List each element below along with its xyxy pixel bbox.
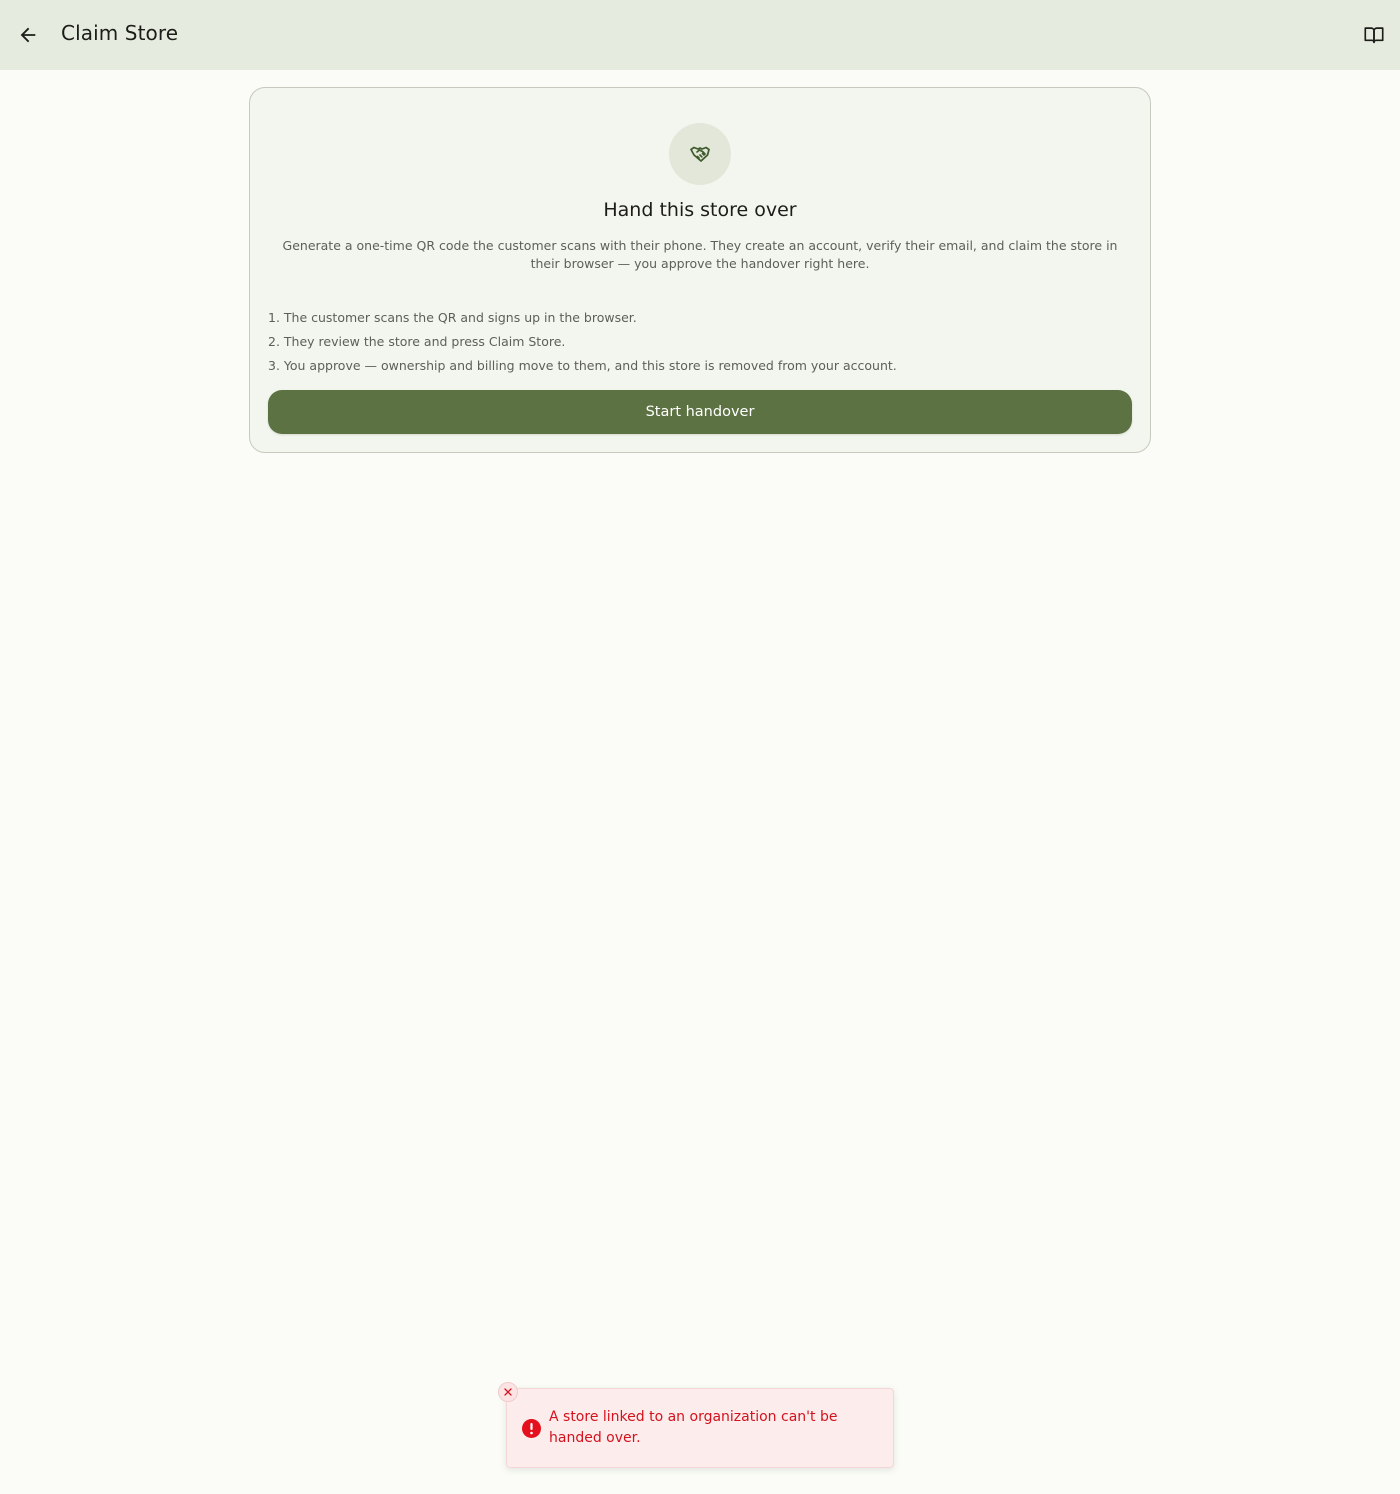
card-title: Hand this store over	[603, 199, 797, 221]
error-circle-icon	[522, 1419, 541, 1438]
error-toast: A store linked to an organization can't …	[498, 1382, 894, 1468]
card-description: Generate a one-time QR code the customer…	[282, 238, 1118, 271]
arrow-left-icon	[20, 27, 36, 43]
handshake-icon-container	[669, 123, 731, 185]
back-button[interactable]	[8, 15, 48, 55]
step-item: 2. They review the store and press Claim…	[268, 334, 566, 349]
top-app-bar: Claim Store	[0, 0, 1400, 70]
handover-card: Hand this store over Generate a one-time…	[249, 87, 1151, 453]
close-icon	[504, 1388, 512, 1396]
open-book-icon	[1364, 27, 1384, 44]
start-handover-button[interactable]: Start handover	[268, 390, 1132, 434]
docs-button[interactable]	[1354, 15, 1394, 55]
handshake-icon	[690, 146, 710, 162]
step-item: 1. The customer scans the QR and signs u…	[268, 310, 637, 325]
step-item: 3. You approve — ownership and billing m…	[268, 358, 897, 373]
toast-message: A store linked to an organization can't …	[549, 1409, 838, 1446]
toast-close-button[interactable]	[498, 1382, 518, 1402]
steps-list: 1. The customer scans the QR and signs u…	[268, 306, 1128, 378]
page-title: Claim Store	[61, 21, 179, 45]
